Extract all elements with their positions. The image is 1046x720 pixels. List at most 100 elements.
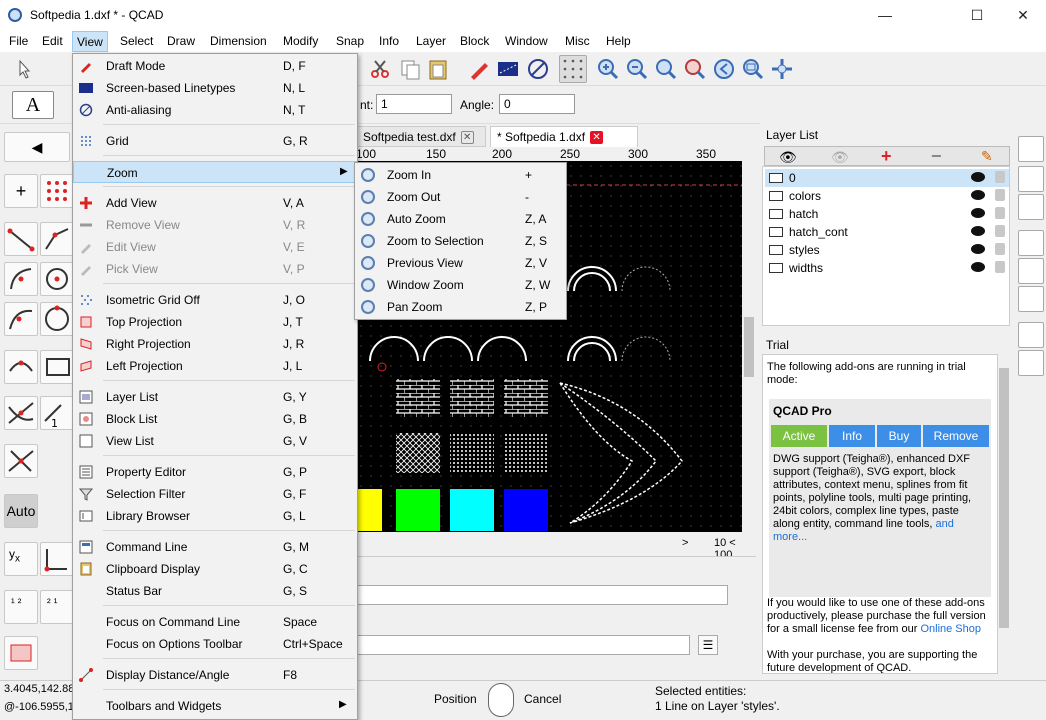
add-layer-icon[interactable]: + xyxy=(881,146,892,167)
property-dropdown[interactable] xyxy=(356,585,728,605)
hide-all-layers-icon[interactable]: 👁 xyxy=(831,149,849,166)
menu-icon[interactable]: ☰ xyxy=(698,635,718,655)
maximize-button[interactable]: ☐ xyxy=(954,0,1000,31)
zoom-menu-item-zoom-in[interactable]: Zoom In + xyxy=(355,164,566,186)
canvas-vertical-scrollbar[interactable] xyxy=(742,147,756,532)
lock-icon[interactable] xyxy=(995,225,1005,237)
spline-tool-icon[interactable] xyxy=(4,350,38,384)
zoom-menu-item-previous-view[interactable]: Previous View Z, V xyxy=(355,252,566,274)
online-shop-link[interactable]: Online Shop xyxy=(920,623,981,635)
dock-property-icon[interactable] xyxy=(1018,230,1044,256)
order-tool-icon[interactable]: ¹ ² xyxy=(4,590,38,624)
view-menu-item-block-list[interactable]: Block List G, B xyxy=(73,408,357,430)
close-tab-icon[interactable]: ✕ xyxy=(590,131,604,145)
menu-snap[interactable]: Snap xyxy=(336,34,364,48)
dock-block-icon[interactable] xyxy=(1018,166,1044,192)
pan-zoom-icon[interactable] xyxy=(770,57,794,81)
visibility-icon[interactable] xyxy=(971,208,985,218)
view-menu-item-toolbars-and-widgets[interactable]: Toolbars and Widgets ▶ xyxy=(73,695,357,717)
menu-window[interactable]: Window xyxy=(505,34,548,48)
zoom-menu-item-window-zoom[interactable]: Window Zoom Z, W xyxy=(355,274,566,296)
view-menu-item-layer-list[interactable]: Layer List G, Y xyxy=(73,386,357,408)
view-menu-item-screen-based-linetypes[interactable]: Screen-based Linetypes N, L xyxy=(73,77,357,99)
screen-linetype-icon[interactable] xyxy=(496,57,520,81)
dock-view-icon[interactable] xyxy=(1018,194,1044,220)
view-menu-item-view-list[interactable]: View List G, V xyxy=(73,430,357,452)
visibility-icon[interactable] xyxy=(971,262,985,272)
layer-row[interactable]: colors xyxy=(765,187,1009,205)
pen-icon[interactable] xyxy=(467,57,491,81)
arc-tool-icon[interactable] xyxy=(4,262,38,296)
close-button[interactable]: ✕ xyxy=(1000,0,1046,31)
dimension2-tool-icon[interactable] xyxy=(40,542,74,576)
visibility-icon[interactable] xyxy=(971,172,985,182)
layer-row[interactable]: hatch xyxy=(765,205,1009,223)
view-menu-item-right-projection[interactable]: Right Projection J, R xyxy=(73,333,357,355)
menu-block[interactable]: Block xyxy=(460,34,489,48)
edit-layer-icon[interactable]: ✎ xyxy=(981,148,993,165)
dock-cmdline-icon[interactable] xyxy=(1018,322,1044,348)
menu-help[interactable]: Help xyxy=(606,34,631,48)
menu-modify[interactable]: Modify xyxy=(283,34,318,48)
ellipse-tool-icon[interactable] xyxy=(40,302,74,336)
menu-dimension[interactable]: Dimension xyxy=(210,34,267,48)
view-menu-item-status-bar[interactable]: Status Bar G, S xyxy=(73,580,357,602)
dock-filter-icon[interactable] xyxy=(1018,258,1044,284)
lock-icon[interactable] xyxy=(995,171,1005,183)
remove-button[interactable]: Remove xyxy=(923,425,989,447)
text-tool-button[interactable]: A xyxy=(12,91,54,119)
view-menu-item-library-browser[interactable]: Library Browser G, L xyxy=(73,505,357,527)
lock-icon[interactable] xyxy=(995,207,1005,219)
zoom-in-icon[interactable] xyxy=(596,57,620,81)
lock-icon[interactable] xyxy=(995,243,1005,255)
auto-zoom-icon[interactable] xyxy=(654,57,678,81)
antialias-icon[interactable] xyxy=(526,57,550,81)
scroll-right-arrow[interactable]: > xyxy=(682,537,688,549)
intersect-tool-icon[interactable] xyxy=(4,444,38,478)
visibility-icon[interactable] xyxy=(971,190,985,200)
info-button[interactable]: Info xyxy=(829,425,875,447)
copy-icon[interactable] xyxy=(398,57,422,81)
dock-clipboard-icon[interactable] xyxy=(1018,350,1044,376)
view-menu-item-grid[interactable]: Grid G, R xyxy=(73,130,357,152)
zoom-menu-item-auto-zoom[interactable]: Auto Zoom Z, A xyxy=(355,208,566,230)
previous-view-icon[interactable] xyxy=(712,57,736,81)
show-all-layers-icon[interactable]: 👁 xyxy=(779,149,797,166)
view-menu-item-edit-view[interactable]: Edit View V, E xyxy=(73,236,357,258)
angle-input[interactable]: 0 xyxy=(499,94,575,114)
view-menu-item-draft-mode[interactable]: Draft Mode D, F xyxy=(73,55,357,77)
minimize-button[interactable]: — xyxy=(862,0,908,31)
cut-icon[interactable] xyxy=(368,57,392,81)
dock-layer-icon[interactable] xyxy=(1018,136,1044,162)
tab-softpedia-1[interactable]: * Softpedia 1.dxf ✕ xyxy=(490,126,638,147)
zoom-selection-icon[interactable] xyxy=(683,57,707,81)
select-pointer-icon[interactable] xyxy=(12,57,36,81)
view-menu-item-left-projection[interactable]: Left Projection J, L xyxy=(73,355,357,377)
field1-input[interactable]: 1 xyxy=(376,94,452,114)
paste-icon[interactable] xyxy=(426,57,450,81)
order2-tool-icon[interactable]: ² ¹ xyxy=(40,590,74,624)
lock-icon[interactable] xyxy=(995,189,1005,201)
view-menu-item-property-editor[interactable]: Property Editor G, P xyxy=(73,461,357,483)
menu-edit[interactable]: Edit xyxy=(42,34,63,48)
menu-info[interactable]: Info xyxy=(379,34,399,48)
trial-scrollbar[interactable] xyxy=(998,354,1010,674)
close-tab-icon[interactable]: ✕ xyxy=(460,131,474,145)
menu-misc[interactable]: Misc xyxy=(565,34,590,48)
active-button[interactable]: Active xyxy=(771,425,827,447)
menu-select[interactable]: Select xyxy=(120,34,153,48)
tab-softpedia-test[interactable]: Softpedia test.dxf ✕ xyxy=(356,126,486,147)
view-menu-item-focus-on-options-toolbar[interactable]: Focus on Options Toolbar Ctrl+Space xyxy=(73,633,357,655)
layer-row[interactable]: 0 xyxy=(765,169,1009,187)
menu-draw[interactable]: Draw xyxy=(167,34,195,48)
trim-tool-icon[interactable] xyxy=(4,396,38,430)
block-tool-icon[interactable] xyxy=(4,636,38,670)
view-menu-item-command-line[interactable]: Command Line G, M xyxy=(73,536,357,558)
point-tool-icon[interactable]: + xyxy=(4,174,38,208)
rectangle-tool-icon[interactable] xyxy=(40,350,74,384)
dimension-tool-icon[interactable]: yx xyxy=(4,542,38,576)
view-menu-item-isometric-grid-off[interactable]: Isometric Grid Off J, O xyxy=(73,289,357,311)
line-tool-icon[interactable] xyxy=(4,222,38,256)
view-menu-item-zoom[interactable]: Zoom ▶ xyxy=(73,161,357,183)
view-menu-item-display-distance-angle[interactable]: Display Distance/Angle F8 xyxy=(73,664,357,686)
